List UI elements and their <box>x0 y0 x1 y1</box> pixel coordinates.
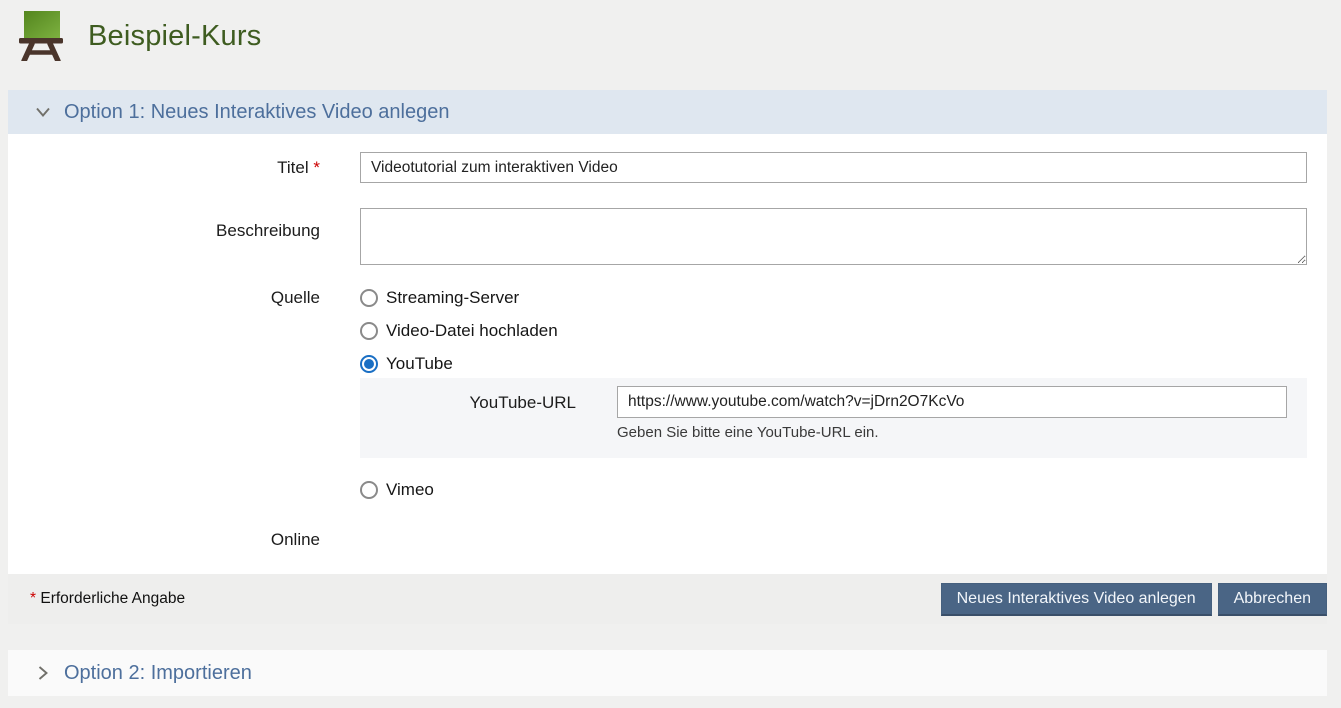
required-asterisk: * <box>313 158 320 177</box>
easel-icon <box>17 11 65 61</box>
online-label: Online <box>8 530 360 549</box>
required-asterisk: * <box>30 590 36 607</box>
course-header: Beispiel-Kurs <box>0 0 1341 72</box>
beschreibung-row: Beschreibung <box>8 208 1307 265</box>
quelle-label: Quelle <box>8 288 360 307</box>
radio-option-youtube[interactable]: YouTube <box>360 354 1307 373</box>
chevron-down-icon <box>33 102 53 122</box>
titel-input[interactable] <box>360 152 1307 183</box>
quelle-row: Quelle Streaming-Server Video-Datei hoch… <box>8 288 1307 499</box>
radio-option-label: YouTube <box>386 354 453 374</box>
radio-option-label: Vimeo <box>386 480 434 500</box>
beschreibung-label: Beschreibung <box>8 208 360 240</box>
radio-icon[interactable] <box>360 481 378 499</box>
youtube-url-hint: Geben Sie bitte eine YouTube-URL ein. <box>617 424 1307 441</box>
section-header-option2[interactable]: Option 2: Importieren <box>8 650 1327 696</box>
radio-option-streaming-server[interactable]: Streaming-Server <box>360 288 1307 307</box>
submit-button[interactable]: Neues Interaktives Video anlegen <box>941 583 1212 616</box>
page-title: Beispiel-Kurs <box>88 20 261 53</box>
radio-icon[interactable] <box>360 355 378 373</box>
online-row: Online <box>8 530 1307 549</box>
radio-option-label: Video-Datei hochladen <box>386 321 558 341</box>
radio-option-video-datei-hochladen[interactable]: Video-Datei hochladen <box>360 321 1307 340</box>
radio-icon[interactable] <box>360 289 378 307</box>
youtube-url-input[interactable] <box>617 386 1287 418</box>
radio-option-label: Streaming-Server <box>386 288 519 308</box>
titel-row: Titel * <box>8 152 1307 183</box>
radio-option-vimeo[interactable]: Vimeo <box>360 480 1307 499</box>
beschreibung-textarea[interactable] <box>360 208 1307 265</box>
youtube-url-label: YouTube-URL <box>360 386 617 413</box>
section-header-option1[interactable]: Option 1: Neues Interaktives Video anleg… <box>8 90 1327 134</box>
required-note-text: Erforderliche Angabe <box>40 590 185 607</box>
form-footer: * Erforderliche Angabe Neues Interaktive… <box>8 574 1327 624</box>
required-note: * Erforderliche Angabe <box>30 590 185 608</box>
youtube-url-panel: YouTube-URL Geben Sie bitte eine YouTube… <box>360 378 1307 458</box>
cancel-button[interactable]: Abbrechen <box>1218 583 1327 616</box>
chevron-right-icon <box>33 663 53 683</box>
radio-icon[interactable] <box>360 322 378 340</box>
section-option1-label: Option 1: Neues Interaktives Video anleg… <box>64 101 449 124</box>
titel-label: Titel * <box>8 158 360 177</box>
section-option2-label: Option 2: Importieren <box>64 662 252 685</box>
button-group: Neues Interaktives Video anlegen Abbrech… <box>941 583 1327 616</box>
form-panel: Titel * Beschreibung Quelle Streaming-Se… <box>8 134 1327 574</box>
